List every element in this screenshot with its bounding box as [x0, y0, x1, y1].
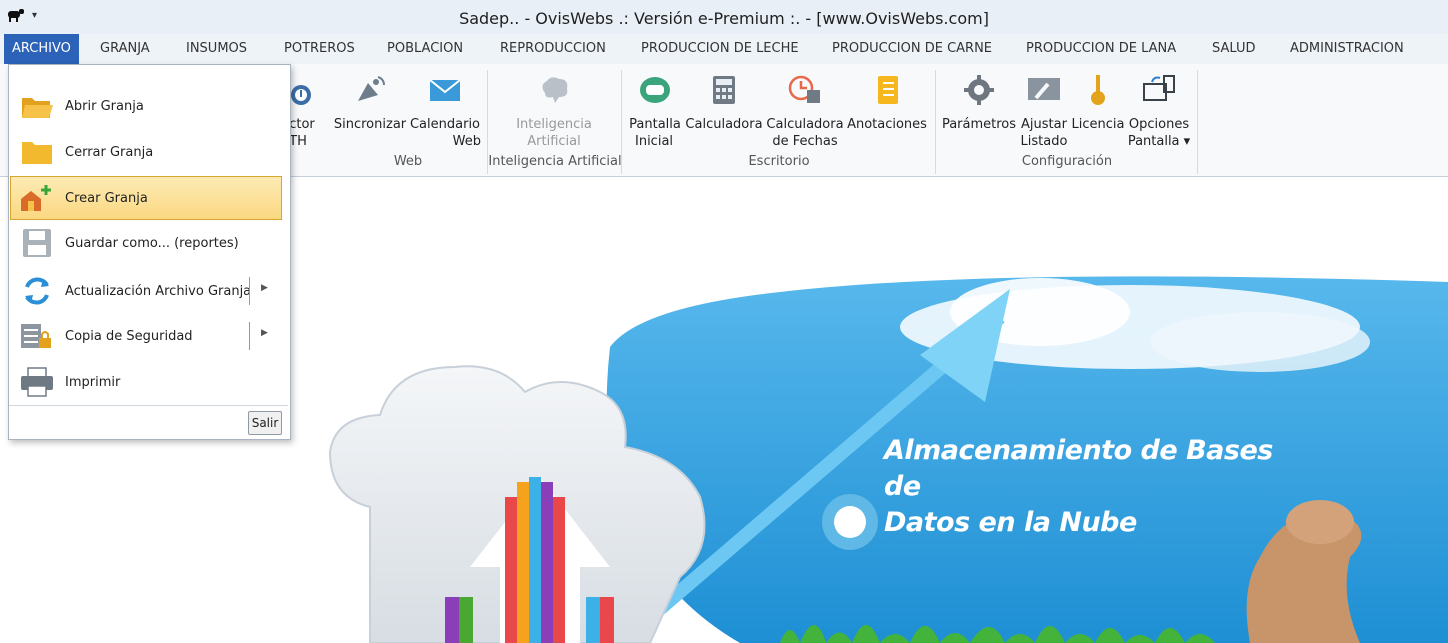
tab-archivo[interactable]: ARCHIVO [4, 34, 79, 64]
group-label-web: Web [393, 154, 423, 169]
envelope-icon [429, 79, 461, 101]
brain-icon [542, 77, 568, 103]
calculator-icon [713, 76, 735, 104]
tab-reproduccion[interactable]: REPRODUCCION [492, 34, 614, 64]
pantalla-inicial-button[interactable]: Pantalla Inicial [627, 70, 683, 150]
submenu-arrow-icon[interactable]: ▶ [261, 328, 268, 338]
save-disk-icon [23, 229, 51, 257]
group-label-ia: Inteligencia Artificial [488, 154, 622, 169]
refresh-icon [25, 277, 49, 305]
calculadora-fechas-button[interactable]: Calculadora de Fechas [765, 70, 845, 150]
tab-insumos[interactable]: INSUMOS [178, 34, 255, 64]
submenu-arrow-icon[interactable]: ▶ [261, 283, 268, 293]
backup-lock-icon [21, 324, 51, 348]
tab-potreros[interactable]: POTREROS [276, 34, 363, 64]
tab-produccion-carne[interactable]: PRODUCCION DE CARNE [824, 34, 1000, 64]
opciones-pantalla-button[interactable]: Opciones Pantalla ▾ [1126, 70, 1192, 150]
salir-button[interactable]: Salir [248, 411, 282, 435]
group-label-configuracion: Configuración [1021, 154, 1113, 169]
menu-item-actualizacion-archivo[interactable]: Actualización Archivo Granja ▶ [11, 270, 285, 312]
group-separator [621, 70, 622, 174]
gear-icon [964, 75, 994, 105]
group-separator [487, 70, 488, 174]
inteligencia-artificial-button[interactable]: Inteligencia Artificial [510, 70, 598, 150]
menu-item-abrir-granja[interactable]: Abrir Granja [11, 85, 285, 127]
satellite-dish-icon [358, 76, 385, 101]
home-screen-icon [640, 77, 670, 103]
ribbon-tabs: ARCHIVO GRANJA INSUMOS POTREROS POBLACIO… [0, 34, 1448, 65]
date-calculator-icon [788, 75, 820, 103]
notebook-icon [878, 76, 898, 104]
submenu-separator [249, 322, 250, 350]
menu-item-copia-seguridad[interactable]: Copia de Seguridad ▶ [11, 315, 285, 357]
window-title: Sadep.. - OvisWebs .: Versión e-Premium … [459, 9, 989, 28]
group-label-escritorio: Escritorio [748, 154, 810, 169]
parametros-button[interactable]: Parámetros [941, 70, 1017, 133]
title-bar: ▾ Sadep.. - OvisWebs .: Versión e-Premiu… [0, 0, 1448, 35]
banner-headline: Almacenamiento de Bases de Datos en la N… [884, 435, 1273, 538]
calculadora-button[interactable]: Calculadora [684, 70, 764, 133]
screen-options-icon [1143, 75, 1175, 101]
submenu-separator [249, 277, 250, 305]
archivo-menu: Abrir Granja Cerrar Granja Crear Granja … [8, 64, 291, 440]
menu-footer-divider [9, 405, 288, 406]
tab-produccion-leche[interactable]: PRODUCCION DE LECHE [633, 34, 807, 64]
tab-granja[interactable]: GRANJA [92, 34, 158, 64]
tab-poblacion[interactable]: POBLACION [379, 34, 471, 64]
sincronizar-button[interactable]: Sincronizar [333, 70, 407, 133]
menu-item-guardar-como[interactable]: Guardar como... (reportes) [11, 222, 285, 264]
tab-produccion-lana[interactable]: PRODUCCION DE LANA [1018, 34, 1184, 64]
calendario-web-button[interactable]: Calendario Web [409, 70, 481, 150]
menu-item-crear-granja[interactable]: Crear Granja [10, 176, 282, 220]
key-icon [1091, 75, 1105, 105]
closed-folder-icon [22, 142, 52, 164]
anotaciones-button[interactable]: Anotaciones [846, 70, 928, 133]
group-separator [935, 70, 936, 174]
create-farm-icon [21, 185, 51, 211]
tab-salud[interactable]: SALUD [1204, 34, 1264, 64]
wrench-list-icon [1028, 78, 1060, 100]
open-folder-icon [22, 98, 53, 118]
group-separator [1197, 70, 1198, 174]
printer-icon [21, 367, 53, 397]
menu-item-cerrar-granja[interactable]: Cerrar Granja [11, 131, 285, 173]
menu-item-imprimir[interactable]: Imprimir [11, 361, 285, 403]
licencia-button[interactable]: Licencia [1071, 70, 1125, 133]
ajustar-listado-button[interactable]: Ajustar Listado [1018, 70, 1070, 150]
tab-administracion[interactable]: ADMINISTRACION [1282, 34, 1412, 64]
